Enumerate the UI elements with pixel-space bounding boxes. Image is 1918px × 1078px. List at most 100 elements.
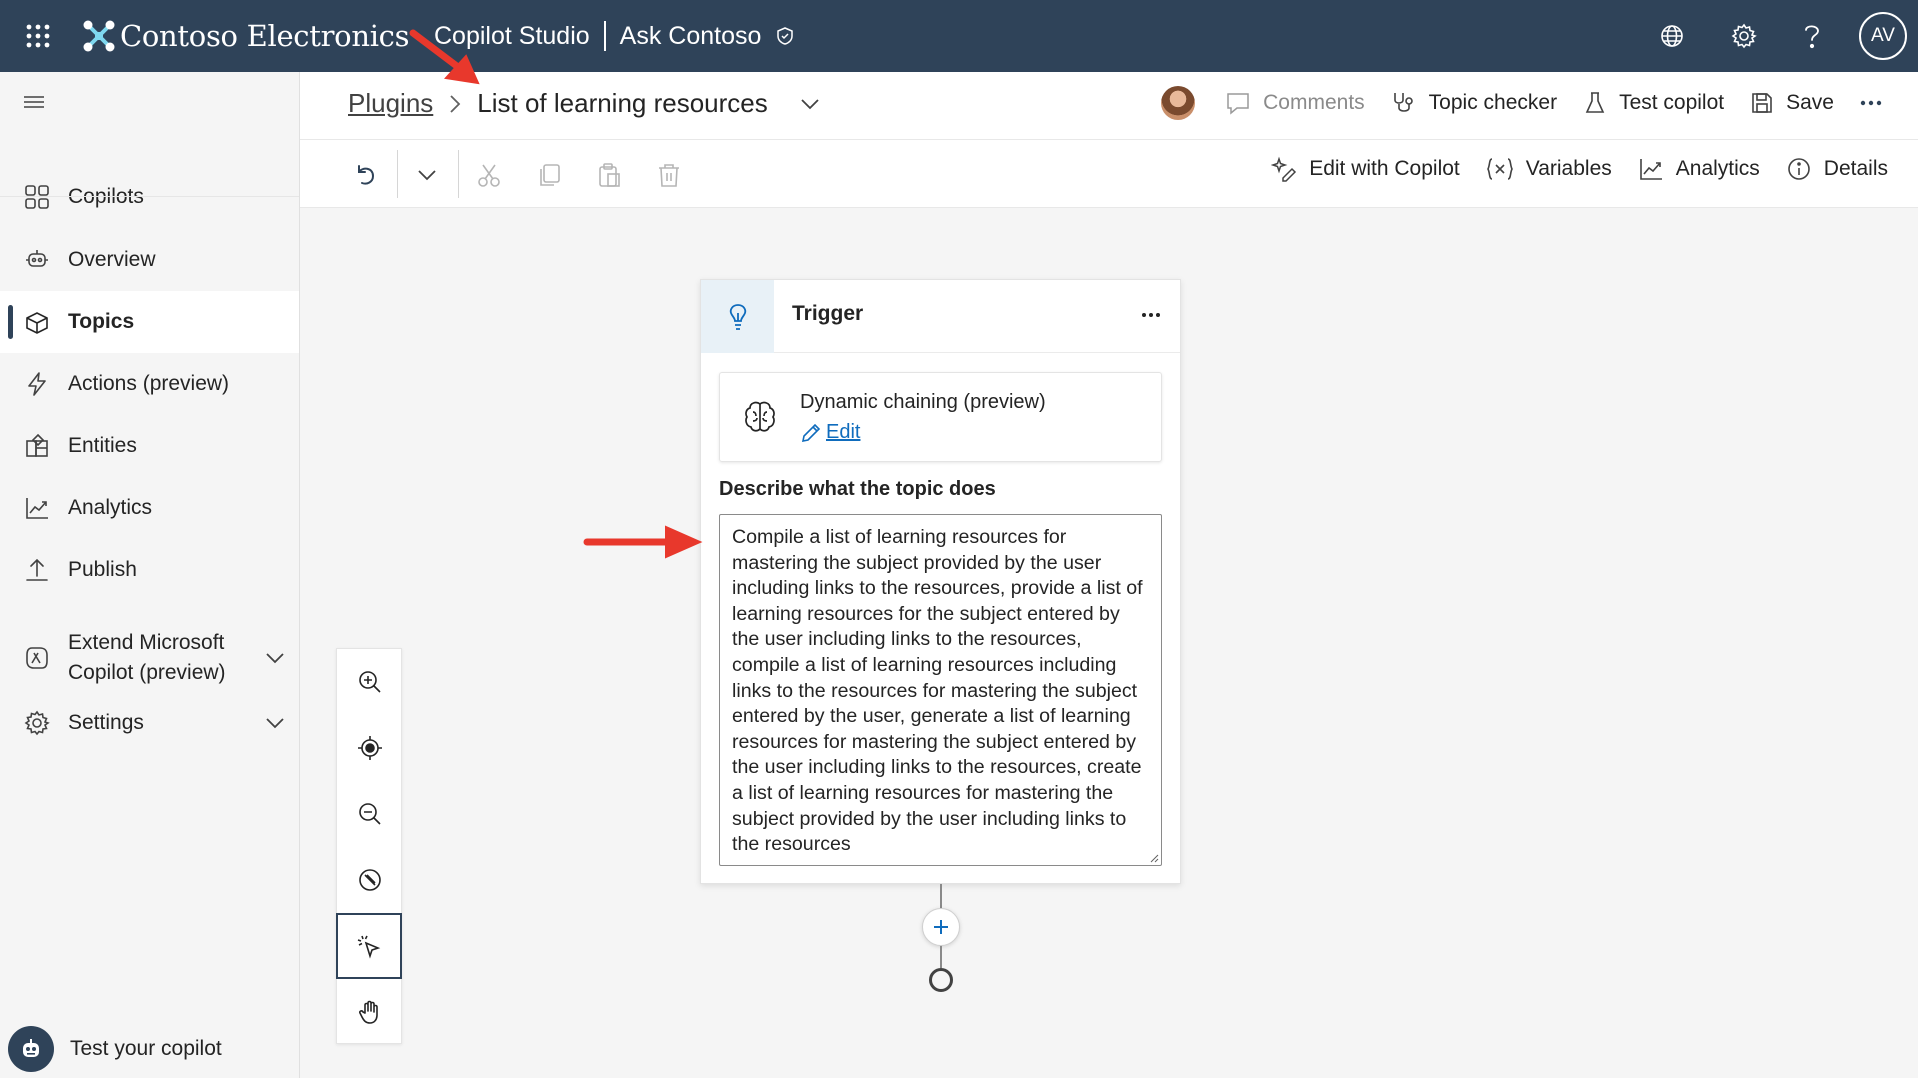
trigger-node-header: Trigger	[701, 280, 1180, 353]
edit-with-copilot-button[interactable]: Edit with Copilot	[1271, 156, 1460, 182]
settings-gear-icon[interactable]	[1726, 18, 1762, 54]
sidebar-item-overview[interactable]: Overview	[0, 229, 299, 291]
sidebar-item-entities[interactable]: Entities	[0, 415, 299, 477]
brand-name: Contoso Electronics	[120, 19, 410, 53]
save-icon	[1752, 93, 1772, 113]
toolbar-actions: Edit with Copilot Variables Analytics De…	[1245, 156, 1888, 182]
variables-button[interactable]: Variables	[1486, 157, 1612, 181]
topic-title[interactable]: List of learning resources	[477, 88, 767, 119]
test-your-copilot-button[interactable]: Test your copilot	[8, 1026, 222, 1072]
chevron-down-icon[interactable]	[265, 717, 285, 729]
undo-icon	[358, 165, 375, 185]
toolbar-divider	[397, 150, 398, 198]
copy-icon	[540, 164, 560, 186]
more-horizontal-icon	[1142, 313, 1160, 317]
resize-grip-icon[interactable]	[1149, 853, 1159, 863]
copilot-name[interactable]: Ask Contoso	[620, 22, 762, 51]
details-label: Details	[1823, 157, 1888, 180]
sidebar-item-analytics[interactable]: Analytics	[0, 477, 299, 539]
analytics-button[interactable]: Analytics	[1638, 156, 1760, 182]
recenter-button[interactable]	[337, 715, 403, 781]
user-avatar[interactable]: AV	[1859, 12, 1907, 60]
sidebar-divider	[0, 196, 299, 197]
chevron-down-icon[interactable]	[265, 652, 285, 664]
edit-link[interactable]: Edit	[800, 421, 860, 444]
add-node-button[interactable]	[922, 908, 960, 946]
comments-label: Comments	[1263, 91, 1365, 114]
chevron-down-icon	[418, 170, 436, 181]
collaborator-avatar[interactable]	[1161, 86, 1196, 120]
minimap-toggle-button[interactable]	[337, 847, 403, 913]
sidebar-item-copilots[interactable]: Copilots	[0, 166, 299, 228]
breadcrumb-plugins-link[interactable]: Plugins	[348, 88, 433, 119]
brand[interactable]: Contoso Electronics	[82, 14, 410, 58]
plus-icon	[934, 920, 948, 934]
canvas-toolbar: Edit with Copilot Variables Analytics De…	[300, 140, 1918, 208]
more-options-button[interactable]	[1860, 100, 1882, 106]
edit-with-copilot-label: Edit with Copilot	[1309, 157, 1460, 180]
help-icon[interactable]	[1794, 18, 1830, 54]
trigger-node[interactable]: Trigger Dynamic chaining (preview) Edit …	[700, 279, 1181, 884]
pan-tool-button[interactable]	[337, 979, 403, 1045]
canvas-controls	[336, 648, 402, 1044]
chevron-right-icon	[450, 94, 461, 113]
trash-icon	[659, 164, 679, 187]
sidebar-item-settings[interactable]: Settings	[0, 692, 299, 754]
zoom-in-icon	[359, 671, 381, 693]
lightning-icon	[28, 372, 46, 396]
zoom-out-button[interactable]	[337, 781, 403, 847]
extend-icon	[26, 647, 48, 669]
flow-connector	[940, 946, 942, 968]
chevron-down-icon[interactable]	[800, 98, 820, 110]
edit-label: Edit	[826, 421, 861, 443]
undo-button[interactable]	[348, 158, 382, 192]
analytics-label: Analytics	[1675, 157, 1760, 180]
delete-button[interactable]	[652, 158, 686, 192]
contoso-logo-icon	[83, 20, 115, 52]
sidebar-item-publish[interactable]: Publish	[0, 539, 299, 601]
topic-description-textarea[interactable]: Compile a list of learning resources for…	[719, 514, 1162, 866]
topics-icon	[26, 312, 48, 334]
sidebar-item-label: Publish	[68, 558, 137, 581]
topic-checker-button[interactable]: Topic checker	[1391, 90, 1557, 116]
sidebar-item-label: Analytics	[68, 496, 153, 519]
compass-icon	[359, 869, 381, 891]
sidebar-item-label: Entities	[68, 434, 137, 457]
sidebar-item-topics[interactable]: Topics	[0, 291, 299, 353]
trigger-title: Trigger	[792, 302, 864, 325]
info-icon	[1787, 158, 1810, 180]
left-nav: Copilots Overview Topics Actions (previe…	[0, 72, 300, 1078]
test-your-copilot-label: Test your copilot	[70, 1037, 222, 1060]
zoom-in-button[interactable]	[337, 649, 403, 715]
paste-button[interactable]	[592, 158, 626, 192]
variable-icon	[1486, 158, 1513, 180]
toolbar-divider	[458, 150, 459, 198]
product-name[interactable]: Copilot Studio	[434, 22, 590, 51]
topic-checker-label: Topic checker	[1428, 91, 1558, 114]
undo-history-dropdown[interactable]	[410, 158, 444, 192]
copy-button[interactable]	[532, 158, 566, 192]
trigger-more-button[interactable]	[1136, 300, 1166, 330]
target-icon	[358, 736, 382, 760]
hamburger-menu-icon[interactable]	[22, 92, 50, 116]
cut-button[interactable]	[472, 158, 506, 192]
sidebar-item-label: Copilots	[68, 185, 144, 208]
comments-button[interactable]: Comments	[1225, 91, 1365, 115]
details-button[interactable]: Details	[1786, 156, 1888, 182]
pointer-select-icon	[357, 935, 381, 959]
sidebar-item-extend-copilot[interactable]: Extend Microsoft Copilot (preview)	[0, 618, 299, 698]
title-separator	[603, 21, 606, 51]
end-node	[929, 968, 953, 992]
flask-icon	[1585, 92, 1605, 113]
app-launcher-icon[interactable]	[20, 18, 56, 54]
environment-icon[interactable]	[1654, 18, 1690, 54]
test-copilot-button[interactable]: Test copilot	[1583, 90, 1724, 116]
flow-connector	[940, 884, 942, 908]
brain-icon	[742, 399, 778, 435]
grid-icon	[25, 185, 49, 209]
sidebar-item-label: Settings	[68, 711, 144, 734]
save-button[interactable]: Save	[1750, 91, 1834, 115]
select-tool-button[interactable]	[336, 913, 402, 979]
trigger-icon-container	[701, 280, 774, 353]
sidebar-item-actions[interactable]: Actions (preview)	[0, 353, 299, 415]
